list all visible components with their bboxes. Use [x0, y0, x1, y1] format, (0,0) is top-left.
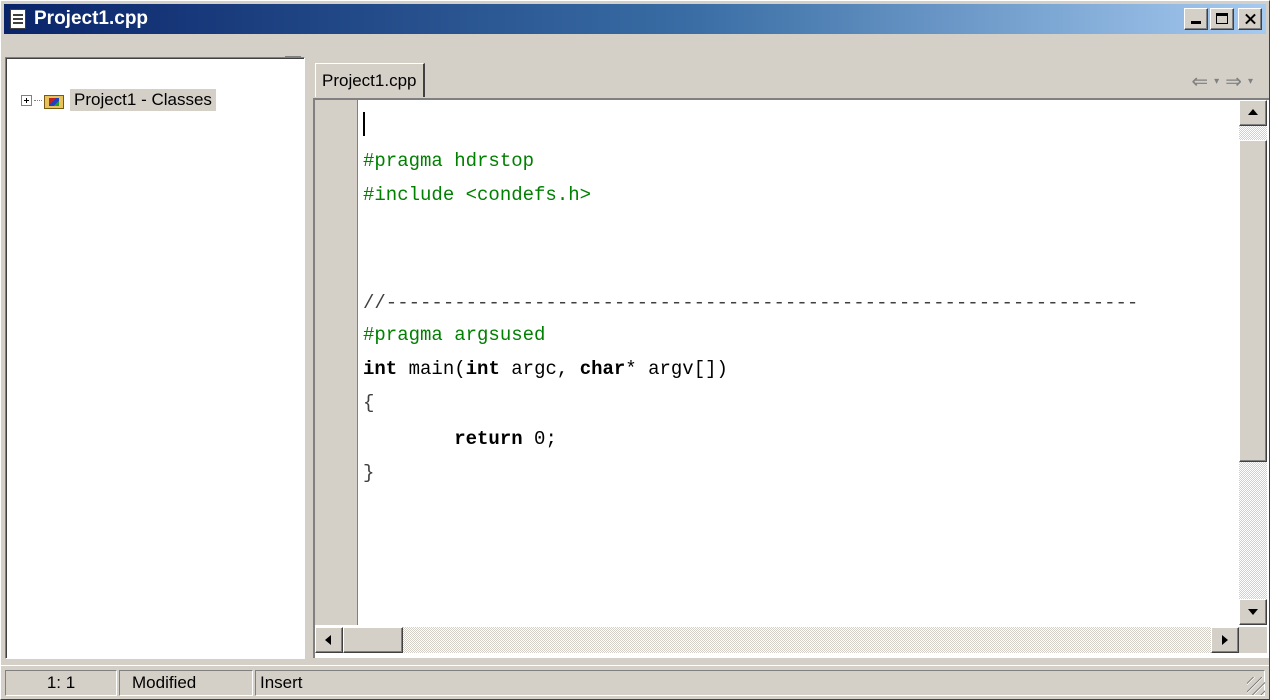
forward-arrow-icon[interactable]: ⇒	[1225, 69, 1242, 94]
tree-node-label[interactable]: Project1 - Classes	[70, 89, 216, 111]
status-modified: Modified	[119, 670, 253, 696]
scroll-left-button[interactable]	[315, 627, 343, 653]
minimize-button[interactable]	[1184, 8, 1208, 30]
horizontal-scroll-thumb[interactable]	[343, 627, 403, 653]
navigation-arrows: ⇐ ▾ ⇒ ▾	[1191, 69, 1253, 94]
forward-dropdown-icon[interactable]: ▾	[1248, 76, 1253, 87]
vertical-scrollbar[interactable]	[1239, 100, 1267, 625]
keyword: char	[579, 358, 626, 380]
title-bar[interactable]: Project1.cpp	[4, 4, 1266, 34]
code-line: #include <condefs.h>	[363, 184, 592, 206]
scrollbar-corner	[1239, 627, 1267, 653]
classes-folder-icon	[44, 92, 64, 109]
tree-connector	[34, 99, 42, 101]
vertical-scroll-thumb[interactable]	[1239, 140, 1267, 462]
scroll-right-button[interactable]	[1211, 627, 1239, 653]
code-line: #pragma hdrstop	[363, 150, 535, 172]
arrow-down-icon	[1248, 609, 1258, 615]
code-line: }	[363, 462, 375, 484]
arrow-left-icon	[325, 635, 331, 645]
class-explorer[interactable]	[5, 57, 305, 659]
tab-label: Project1.cpp	[322, 70, 417, 90]
resize-grip-icon[interactable]	[1247, 677, 1265, 695]
minimize-icon	[1191, 21, 1201, 24]
expand-plus-icon[interactable]	[21, 94, 32, 106]
arrow-up-icon	[1248, 109, 1258, 115]
back-arrow-icon[interactable]: ⇐	[1191, 69, 1208, 94]
back-dropdown-icon[interactable]: ▾	[1214, 76, 1219, 87]
code-area[interactable]: #pragma hdrstop #include <condefs.h> //-…	[361, 100, 1237, 625]
tree-node-project-classes[interactable]: Project1 - Classes	[21, 89, 216, 111]
tab-project1-cpp[interactable]: Project1.cpp	[315, 63, 425, 97]
code-line: {	[363, 392, 375, 414]
close-icon	[1239, 9, 1261, 29]
status-bar: 1: 1 Modified Insert	[1, 665, 1269, 699]
code-text: 0;	[522, 428, 557, 450]
editor-gutter[interactable]	[315, 100, 358, 625]
maximize-icon	[1216, 13, 1228, 24]
code-line: int main(int argc, char* argv[])	[363, 352, 728, 386]
editor-tab-strip: Project1.cpp ⇐ ▾ ⇒ ▾	[307, 57, 1267, 97]
text-caret	[363, 112, 365, 136]
keyword: int	[363, 358, 398, 380]
scroll-down-button[interactable]	[1239, 599, 1267, 625]
code-line: return 0;	[363, 422, 557, 456]
status-insert-mode: Insert	[255, 670, 1265, 696]
close-button[interactable]	[1238, 8, 1262, 30]
code-text: * argv[])	[625, 358, 728, 380]
ide-window: Project1.cpp Project1 - Classes Project1…	[0, 0, 1270, 700]
code-line: //--------------------------------------…	[363, 292, 1139, 314]
horizontal-scrollbar[interactable]	[315, 627, 1239, 653]
code-line: #pragma argsused	[363, 324, 546, 346]
code-editor: #pragma hdrstop #include <condefs.h> //-…	[313, 98, 1269, 658]
code-text: main(	[397, 358, 466, 380]
status-cursor-position: 1: 1	[5, 670, 117, 696]
keyword: return	[454, 428, 523, 450]
window-controls	[1184, 8, 1262, 30]
document-icon	[10, 9, 26, 29]
window-title: Project1.cpp	[34, 8, 149, 29]
keyword: int	[465, 358, 500, 380]
scroll-up-button[interactable]	[1239, 100, 1267, 126]
arrow-right-icon	[1222, 635, 1228, 645]
code-text: argc,	[499, 358, 580, 380]
maximize-button[interactable]	[1210, 8, 1234, 30]
